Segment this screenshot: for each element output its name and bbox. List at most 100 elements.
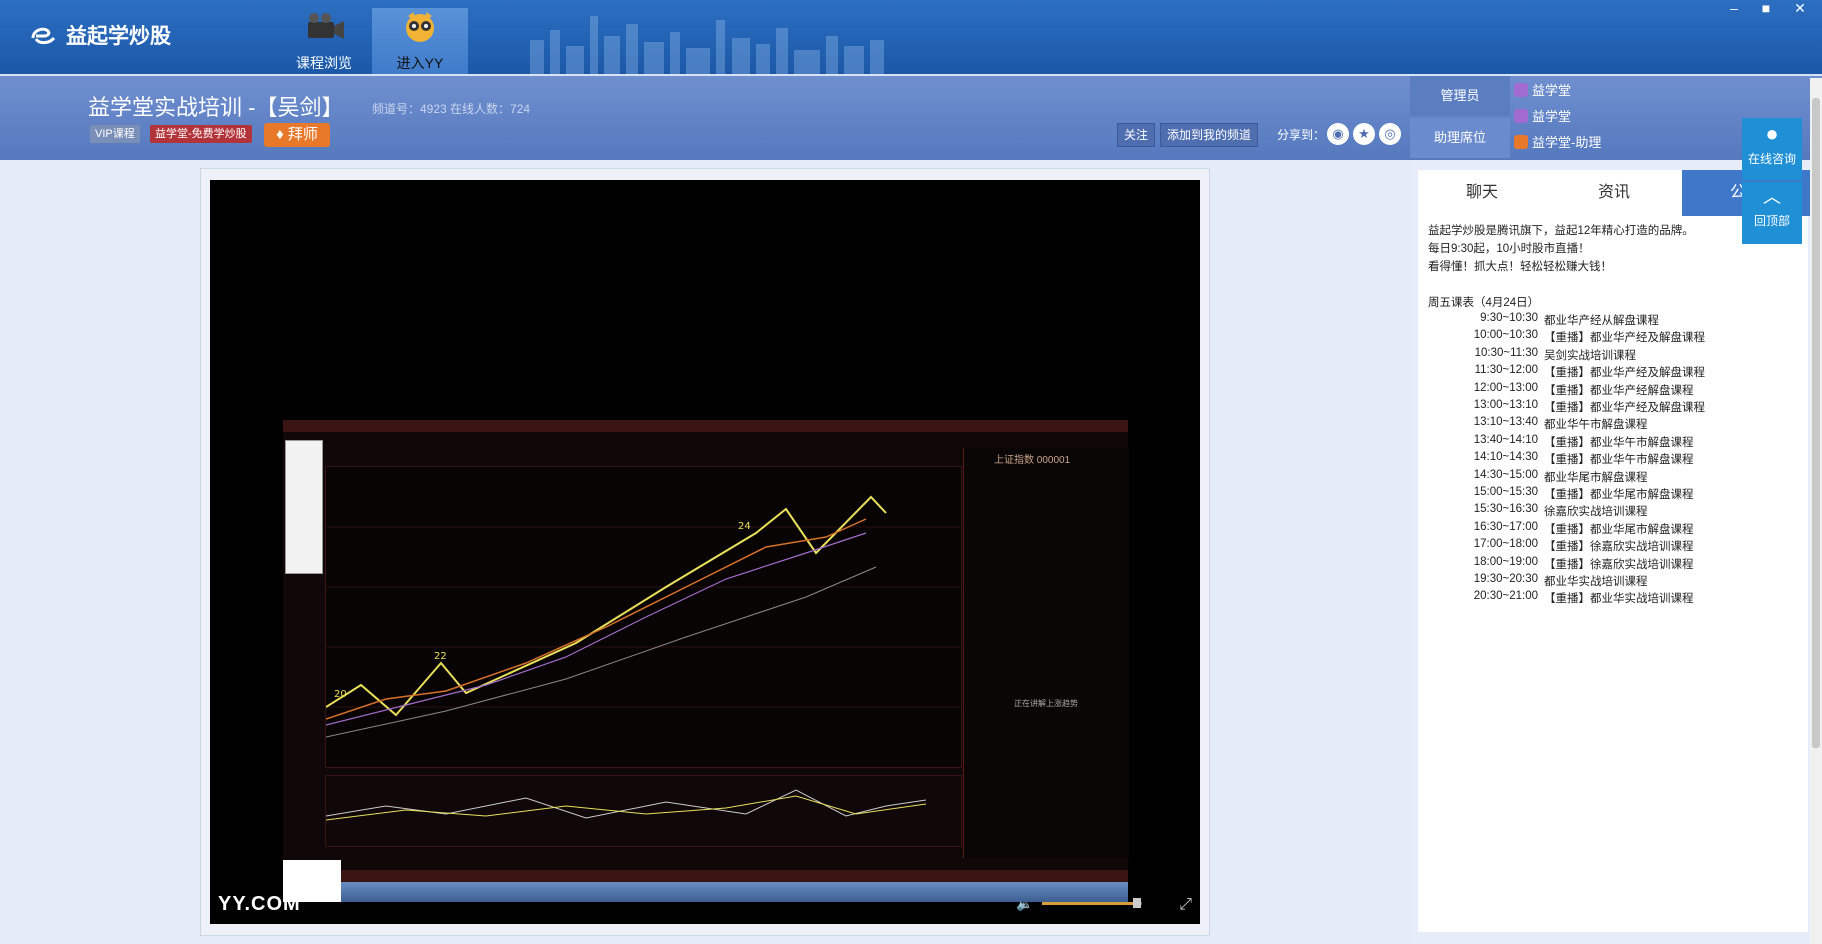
assistant-user-name: 益学堂-助理 — [1532, 135, 1602, 150]
svg-text:20: 20 — [334, 689, 347, 700]
nav-tab-label: 进入YY — [396, 55, 444, 71]
admin-user-name: 益学堂 — [1532, 83, 1572, 98]
schedule-course: 【重播】都业华尾市解盘课程 — [1544, 489, 1694, 501]
schedule-title: 周五课表（4月24日） — [1428, 297, 1540, 309]
wechat-share-icon[interactable]: ◎ — [1379, 123, 1401, 145]
schedule-course: 【重播】都业华产经及解盘课程 — [1544, 367, 1705, 380]
announce-intro: 益起学炒股是腾讯旗下，益起12年精心打造的品牌。 — [1428, 225, 1694, 237]
schedule-course: 【重播】都业华午市解盘课程 — [1544, 454, 1694, 467]
fullscreen-icon[interactable]: ⤢ — [1179, 896, 1192, 914]
schedule-course: 都业华午市解盘课程 — [1544, 419, 1648, 432]
skyline-decoration — [530, 16, 884, 74]
schedule-course: 吴剑实战培训课程 — [1544, 349, 1636, 362]
qq-penguin-icon: ● — [1765, 121, 1779, 146]
schedule-time: 13:40~14:10 — [1473, 433, 1538, 446]
screen-drawing-toolbar — [285, 440, 323, 574]
nav-tab-yy[interactable]: 进入YY — [372, 8, 468, 74]
title-bar: 益起学炒股 课程浏览 进入YY – ■ ✕ — [0, 0, 1822, 74]
schedule-course: 徐嘉欣实战培训课程 — [1544, 506, 1648, 519]
schedule-course: 【重播】徐嘉欣实战培训课程 — [1544, 558, 1694, 571]
schedule-time: 15:00~15:30 — [1473, 486, 1538, 498]
follow-button[interactable]: 关注 — [1117, 123, 1156, 147]
nav-tab-label: 课程浏览 — [296, 55, 352, 71]
nav-tab-courses[interactable]: 课程浏览 — [276, 8, 372, 74]
announcement-panel: 益起学炒股是腾讯旗下，益起12年精心打造的品牌。 每日9:30起，10小时股市直… — [1418, 216, 1808, 932]
schedule-time: 18:00~19:00 — [1473, 555, 1538, 568]
chevron-up-icon: ︿ — [1763, 187, 1781, 207]
schedule-course: 【重播】都业华产经及解盘课程 — [1544, 402, 1705, 414]
schedule-course: 【重播】都业华尾市解盘课程 — [1544, 523, 1694, 536]
page-scrollbar[interactable] — [1810, 78, 1822, 944]
share-label: 分享到： — [1277, 128, 1326, 142]
assistant-user[interactable]: 益学堂-助理 — [1514, 132, 1601, 154]
online-consult-label: 在线咨询 — [1747, 152, 1796, 166]
room-info: 频道号：4923 在线人数：724 — [372, 102, 531, 116]
schedule-time: 20:30~21:00 — [1473, 590, 1538, 603]
minimize-button[interactable]: – — [1720, 0, 1748, 16]
admin-user[interactable]: 益学堂 — [1514, 80, 1571, 102]
svg-text:24: 24 — [738, 521, 751, 532]
close-button[interactable]: ✕ — [1786, 0, 1814, 17]
screen-index-label: 上证指数 000001 — [994, 455, 1071, 466]
volume-fill — [1042, 902, 1137, 905]
schedule-time: 14:30~15:00 — [1473, 468, 1538, 481]
admin-user[interactable]: 益学堂 — [1514, 106, 1571, 128]
yy-raccoon-icon — [406, 12, 434, 42]
admin-label: 管理员 — [1410, 76, 1510, 116]
schedule-course: 都业华产经从解盘课程 — [1544, 315, 1659, 327]
user-role-icon — [1514, 109, 1528, 123]
qzone-share-icon[interactable]: ★ — [1353, 123, 1375, 145]
schedule-time: 13:00~13:10 — [1473, 399, 1538, 411]
diamond-icon: ♦ — [276, 126, 284, 143]
tab-news[interactable]: 资讯 — [1550, 170, 1678, 216]
back-to-top-button[interactable]: ︿ 回顶部 — [1742, 182, 1802, 244]
schedule-course: 【重播】都业华产经及解盘课程 — [1544, 332, 1705, 345]
svg-text:22: 22 — [434, 651, 447, 662]
screen-taskbar — [283, 882, 1128, 902]
screen-macd-panel — [325, 775, 962, 847]
schedule-course: 【重播】都业华实战培训课程 — [1544, 593, 1694, 606]
schedule-course: 都业华实战培训课程 — [1544, 576, 1648, 588]
screen-kline-chart: 22 24 20 — [325, 466, 962, 768]
room-title: 益学堂实战培训 -【吴剑】 — [88, 95, 344, 120]
schedule-time: 14:10~14:30 — [1473, 451, 1538, 464]
app-name: 益起学炒股 — [66, 25, 171, 48]
schedule-course: 【重播】徐嘉欣实战培训课程 — [1544, 541, 1694, 554]
app-logo: 益起学炒股 — [30, 20, 171, 50]
maximize-button[interactable]: ■ — [1752, 0, 1780, 16]
online-consult-button[interactable]: ● 在线咨询 — [1742, 118, 1802, 180]
shared-screen: 22 24 20 上证指数 000001 正在讲解上涨趋势 — [283, 420, 1129, 902]
bai-shi-button[interactable]: ♦ 拜师 — [264, 123, 330, 147]
volume-knob[interactable] — [1133, 898, 1141, 908]
logo-e-icon — [31, 27, 56, 45]
macd-svg — [325, 789, 927, 821]
schedule-time: 10:30~11:30 — [1474, 346, 1538, 359]
announce-intro: 看得懂！抓大点！轻松轻松赚大钱！ — [1428, 261, 1612, 273]
schedule-time: 9:30~10:30 — [1480, 312, 1538, 324]
schedule-time: 13:10~13:40 — [1473, 416, 1538, 429]
user-role-icon — [1514, 83, 1528, 97]
screen-statusbar — [283, 870, 1128, 882]
user-role-icon — [1514, 135, 1528, 149]
qr-code-icon — [283, 860, 341, 902]
schedule-course: 【重播】都业华产经解盘课程 — [1544, 384, 1694, 397]
screen-quote-panel: 上证指数 000001 正在讲解上涨趋势 — [963, 448, 1129, 858]
schedule-course: 【重播】都业华午市解盘课程 — [1544, 436, 1694, 449]
schedule-time: 12:00~13:00 — [1473, 381, 1538, 394]
volume-slider[interactable] — [1042, 898, 1142, 908]
schedule-time: 19:30~20:30 — [1473, 573, 1538, 585]
screen-menubar — [283, 420, 1128, 432]
schedule-time: 10:00~10:30 — [1473, 329, 1538, 342]
schedule-time: 15:30~16:30 — [1473, 503, 1538, 516]
tab-chat[interactable]: 聊天 — [1418, 170, 1546, 216]
kline-svg: 22 24 20 — [325, 495, 961, 738]
scrollbar-thumb[interactable] — [1812, 98, 1820, 748]
screen-note: 正在讲解上涨趋势 — [1014, 699, 1078, 708]
admin-user-name: 益学堂 — [1532, 109, 1572, 124]
add-channel-button[interactable]: 添加到我的频道 — [1160, 123, 1259, 147]
main-area: 益学堂实战培训 -【吴剑】 频道号：4923 在线人数：724 VIP课程 益学… — [0, 76, 1410, 944]
weibo-share-icon[interactable]: ◉ — [1327, 123, 1349, 145]
room-header: 益学堂实战培训 -【吴剑】 频道号：4923 在线人数：724 VIP课程 益学… — [0, 76, 1410, 160]
back-to-top-label: 回顶部 — [1753, 214, 1790, 228]
schedule-course: 都业华尾市解盘课程 — [1544, 471, 1648, 484]
